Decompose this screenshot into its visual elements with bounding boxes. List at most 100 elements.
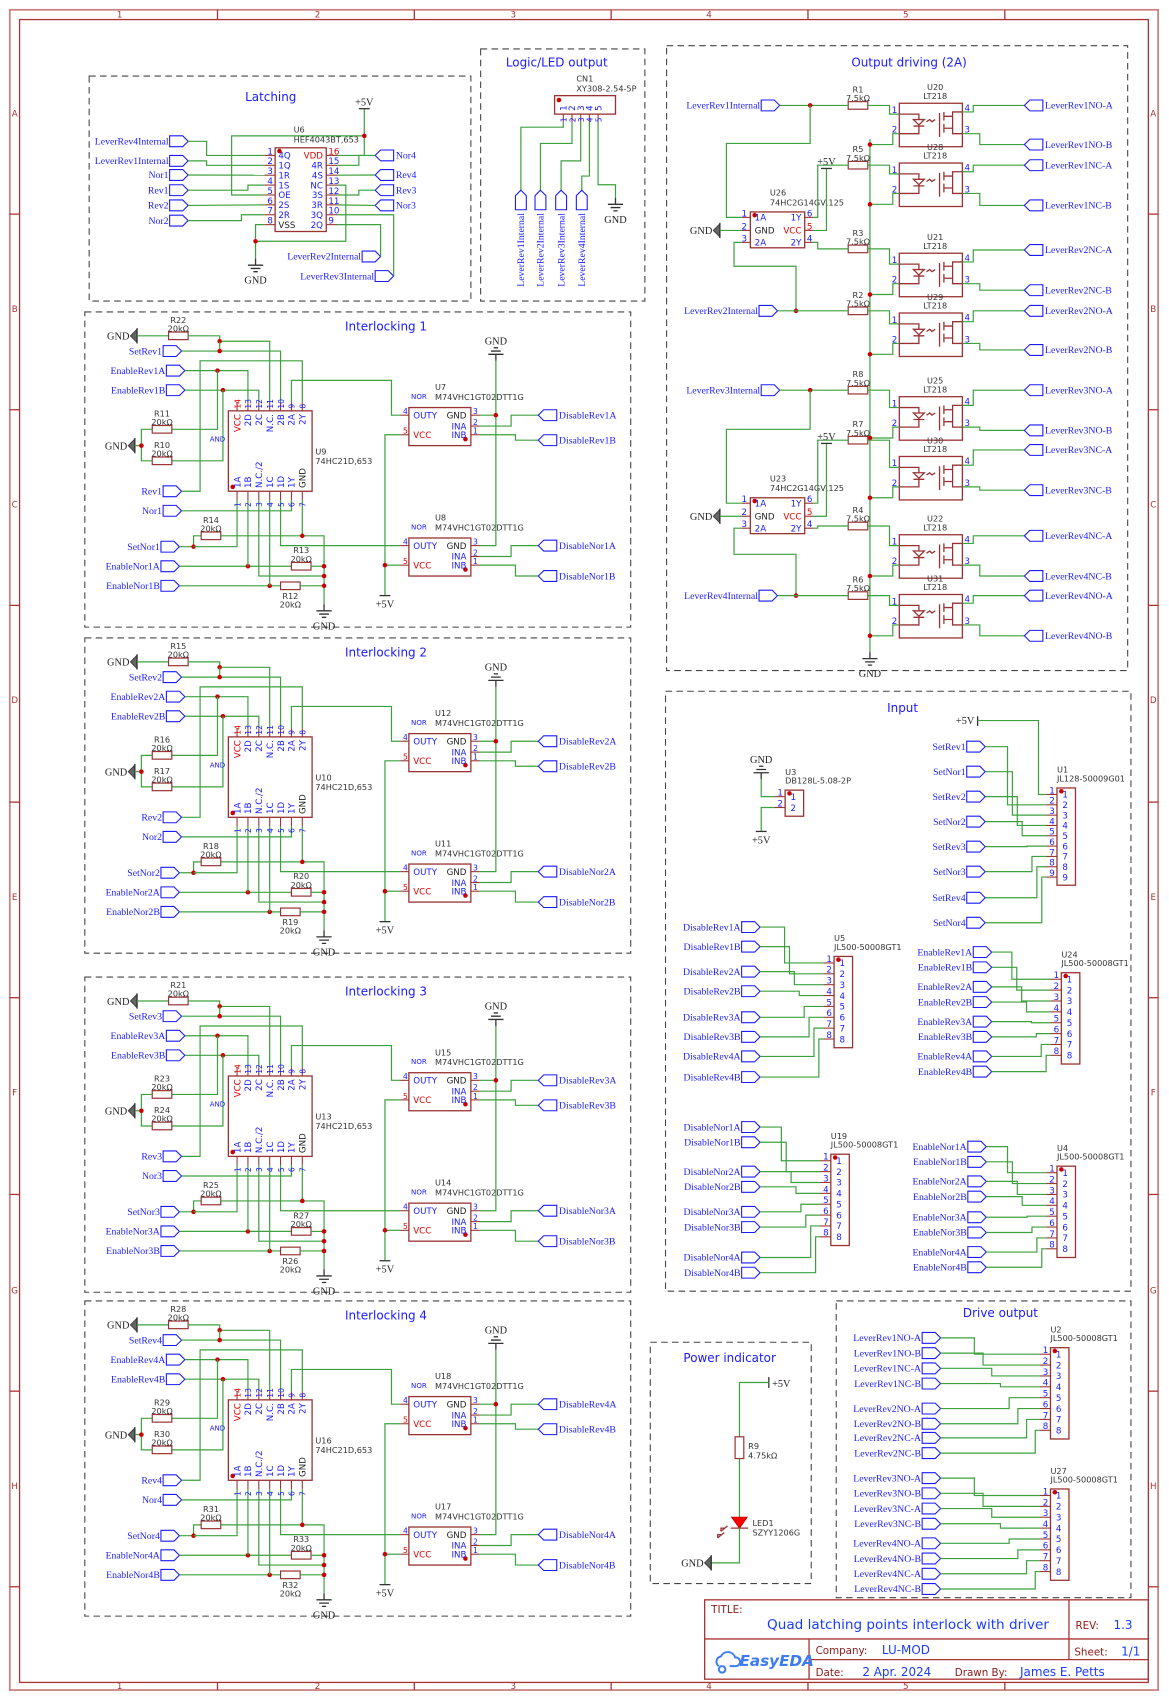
net-flag[interactable]: SetNor2 bbox=[933, 815, 986, 828]
net-flag[interactable]: LeverRev2NC-B bbox=[1023, 284, 1112, 297]
net-flag[interactable]: LeverRev2NO-B bbox=[854, 1417, 942, 1430]
net-flag[interactable]: EnableNor1B bbox=[106, 579, 181, 592]
net-flag[interactable]: LeverRev2NO-B bbox=[1023, 343, 1113, 357]
net-flag[interactable]: Rev1 bbox=[148, 184, 189, 197]
net-flag[interactable]: SetNor1 bbox=[127, 540, 181, 553]
net-flag[interactable]: LeverRev1NO-B bbox=[1023, 138, 1113, 151]
net-flag[interactable]: DisableRev2B bbox=[537, 760, 616, 773]
net-flag[interactable]: EnableRev2A bbox=[110, 690, 186, 703]
net-flag[interactable]: LeverRev1Internal bbox=[95, 154, 189, 167]
net-flag[interactable]: SetNor4 bbox=[933, 916, 986, 929]
net-flag[interactable]: LeverRev2NC-A bbox=[854, 1431, 942, 1444]
net-flag[interactable]: EnableNor4A bbox=[912, 1246, 988, 1259]
net-flag[interactable]: LeverRev1Internal bbox=[514, 189, 527, 287]
net-flag[interactable]: DisableRev4B bbox=[684, 1071, 761, 1084]
net-flag[interactable]: EnableRev1A bbox=[110, 364, 186, 377]
net-flag[interactable]: LeverRev2NC-B bbox=[854, 1447, 942, 1460]
net-flag[interactable]: SetRev4 bbox=[129, 1334, 183, 1347]
net-flag[interactable]: DisableNor2A bbox=[537, 865, 616, 878]
net-flag[interactable]: Nor2 bbox=[142, 830, 183, 843]
net-flag[interactable]: EnableRev4A bbox=[110, 1353, 186, 1366]
net-flag[interactable]: Nor3 bbox=[374, 199, 416, 212]
net-flag[interactable]: SetRev1 bbox=[933, 740, 986, 753]
net-flag[interactable]: Rev4 bbox=[374, 169, 417, 182]
net-flag[interactable]: DisableNor3A bbox=[537, 1204, 616, 1217]
net-flag[interactable]: LeverRev2NC-A bbox=[1023, 243, 1112, 257]
net-flag[interactable]: LeverRev4NO-A bbox=[853, 1537, 942, 1550]
net-flag[interactable]: Nor1 bbox=[148, 169, 189, 182]
net-flag[interactable]: LeverRev2NO-A bbox=[1023, 304, 1113, 317]
net-flag[interactable]: EnableNor4A bbox=[106, 1549, 181, 1562]
net-flag[interactable]: LeverRev4NO-B bbox=[1023, 629, 1113, 642]
net-flag[interactable]: LeverRev1NO-A bbox=[853, 1331, 942, 1344]
net-flag[interactable]: EnableNor2B bbox=[106, 905, 181, 918]
net-flag[interactable]: Nor1 bbox=[142, 504, 183, 517]
net-flag[interactable]: DisableNor2B bbox=[684, 1180, 761, 1193]
net-flag[interactable]: EnableRev3A bbox=[917, 1015, 993, 1028]
net-flag[interactable]: SetNor3 bbox=[933, 865, 986, 878]
net-flag[interactable]: DisableRev2B bbox=[684, 985, 761, 998]
net-flag[interactable]: EnableRev2A bbox=[917, 980, 993, 993]
net-flag[interactable]: DisableRev1B bbox=[684, 940, 761, 953]
net-flag[interactable]: DisableRev1A bbox=[537, 409, 616, 422]
net-flag[interactable]: DisableNor1A bbox=[684, 1121, 761, 1134]
net-flag[interactable]: EnableNor1B bbox=[913, 1155, 988, 1168]
net-flag[interactable]: LeverRev4Internal bbox=[684, 589, 779, 602]
net-flag[interactable]: LeverRev4Internal bbox=[575, 189, 588, 287]
net-flag[interactable]: Nor2 bbox=[148, 214, 189, 227]
net-flag[interactable]: LeverRev1NC-B bbox=[854, 1377, 942, 1390]
net-flag[interactable]: LeverRev3Internal bbox=[555, 189, 568, 287]
net-flag[interactable]: LeverRev4NC-B bbox=[854, 1582, 942, 1596]
net-flag[interactable]: DisableNor1B bbox=[537, 570, 616, 583]
net-flag[interactable]: LeverRev3NC-B bbox=[854, 1517, 942, 1530]
net-flag[interactable]: LeverRev3NC-A bbox=[854, 1502, 942, 1515]
net-flag[interactable]: EnableRev4A bbox=[917, 1050, 993, 1063]
net-flag[interactable]: DisableRev3B bbox=[684, 1030, 761, 1043]
net-flag[interactable]: Rev2 bbox=[148, 199, 189, 212]
net-flag[interactable]: DisableNor3B bbox=[684, 1221, 761, 1234]
net-flag[interactable]: LeverRev3NC-B bbox=[1023, 484, 1112, 497]
net-flag[interactable]: DisableRev4B bbox=[537, 1423, 616, 1436]
net-flag[interactable]: EnableRev1A bbox=[917, 946, 993, 959]
net-flag[interactable]: Rev3 bbox=[141, 1150, 183, 1163]
net-flag[interactable]: LeverRev3NO-A bbox=[853, 1472, 942, 1485]
net-flag[interactable]: EnableRev3A bbox=[110, 1029, 186, 1042]
net-flag[interactable]: Rev2 bbox=[141, 811, 183, 824]
net-flag[interactable]: EnableRev4B bbox=[111, 1373, 186, 1386]
net-flag[interactable]: SetNor1 bbox=[933, 765, 986, 778]
net-flag[interactable]: DisableRev4A bbox=[537, 1398, 616, 1411]
net-flag[interactable]: EnableRev2B bbox=[918, 996, 993, 1009]
net-flag[interactable]: Nor4 bbox=[374, 149, 416, 162]
net-flag[interactable]: Nor3 bbox=[142, 1169, 183, 1183]
net-flag[interactable]: DisableRev2A bbox=[683, 965, 761, 978]
net-flag[interactable]: DisableRev1B bbox=[537, 434, 616, 447]
net-flag[interactable]: DisableNor2A bbox=[684, 1165, 761, 1178]
net-flag[interactable]: LeverRev3Internal bbox=[300, 270, 395, 283]
net-flag[interactable]: LeverRev2Internal bbox=[534, 189, 547, 287]
net-flag[interactable]: EnableNor4B bbox=[106, 1568, 181, 1581]
net-flag[interactable]: SetRev1 bbox=[129, 345, 183, 358]
net-flag[interactable]: EnableNor3A bbox=[912, 1211, 988, 1224]
net-flag[interactable]: LeverRev3NO-B bbox=[1023, 424, 1113, 437]
net-flag[interactable]: DisableNor4B bbox=[684, 1266, 761, 1279]
net-flag[interactable]: EnableNor2B bbox=[913, 1190, 988, 1203]
net-flag[interactable]: Rev1 bbox=[141, 485, 183, 498]
net-flag[interactable]: DisableNor2B bbox=[537, 896, 616, 909]
net-flag[interactable]: SetRev4 bbox=[933, 891, 986, 904]
net-flag[interactable]: LeverRev3Internal bbox=[686, 384, 781, 397]
net-flag[interactable]: DisableRev3A bbox=[537, 1074, 616, 1087]
net-flag[interactable]: DisableNor3B bbox=[537, 1235, 616, 1248]
net-flag[interactable]: SetRev2 bbox=[129, 671, 183, 684]
net-flag[interactable]: LeverRev4NC-A bbox=[1023, 529, 1112, 542]
net-flag[interactable]: LeverRev1NC-B bbox=[1023, 199, 1112, 212]
net-flag[interactable]: EnableRev1B bbox=[111, 384, 186, 397]
net-flag[interactable]: LeverRev2NO-A bbox=[853, 1402, 942, 1415]
net-flag[interactable]: LeverRev4NO-B bbox=[854, 1552, 942, 1565]
net-flag[interactable]: DisableNor1A bbox=[537, 539, 616, 552]
net-flag[interactable]: DisableRev1A bbox=[683, 921, 761, 934]
net-flag[interactable]: DisableRev3B bbox=[537, 1099, 616, 1112]
net-flag[interactable]: LeverRev2Internal bbox=[684, 304, 779, 317]
net-flag[interactable]: Nor4 bbox=[142, 1493, 183, 1506]
net-flag[interactable]: EnableNor3B bbox=[106, 1244, 181, 1258]
net-flag[interactable]: EnableRev3B bbox=[111, 1049, 186, 1062]
